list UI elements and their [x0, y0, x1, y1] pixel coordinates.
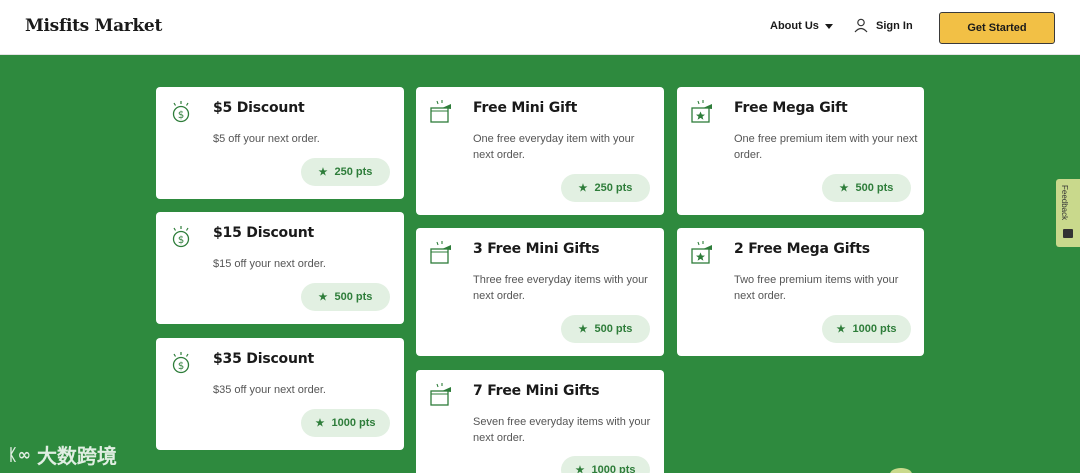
about-us-menu[interactable]: About Us — [770, 20, 833, 32]
reward-description: Three free everyday items with your next… — [473, 274, 648, 302]
sign-in-link[interactable]: Sign In — [854, 18, 913, 33]
reward-card[interactable]: $ $35 Discount $35 off your next order. … — [156, 338, 404, 450]
logo[interactable]: Misfits Market — [25, 16, 162, 36]
points-label: 1000 pts — [591, 464, 636, 473]
feedback-label: Feedback — [1060, 185, 1069, 221]
reward-title: $15 Discount — [213, 225, 314, 241]
reward-title: 7 Free Mini Gifts — [473, 383, 600, 399]
reward-description: Two free premium items with your next or… — [734, 274, 899, 302]
premium-gift-icon — [691, 100, 712, 123]
dollar-coin-icon: $ — [172, 352, 190, 374]
gift-box-icon — [430, 241, 451, 264]
points-badge[interactable]: ★ 1000 pts — [301, 409, 390, 437]
reward-card[interactable]: Free Mini Gift One free everyday item wi… — [416, 87, 664, 215]
star-icon: ★ — [836, 323, 846, 335]
reward-description: Seven free everyday items with your next… — [473, 416, 651, 444]
about-us-label: About Us — [770, 20, 819, 32]
reward-title: Free Mega Gift — [734, 100, 848, 116]
chat-icon — [1063, 229, 1073, 238]
points-badge[interactable]: ★ 500 pts — [561, 315, 650, 343]
gift-box-icon — [430, 100, 451, 123]
gift-box-icon — [430, 383, 451, 406]
points-label: 500 pts — [594, 323, 633, 335]
feedback-tab[interactable]: Feedback — [1056, 179, 1080, 247]
watermark-logo-icon: ᛕ∞ — [8, 445, 31, 464]
svg-text:$: $ — [178, 361, 184, 372]
star-icon: ★ — [578, 182, 588, 194]
watermark: ᛕ∞ 大数跨境 — [8, 440, 117, 469]
reward-description: $15 off your next order. — [213, 258, 326, 270]
reward-card[interactable]: $ $15 Discount $15 off your next order. … — [156, 212, 404, 324]
reward-description: One free premium item with your next ord… — [734, 133, 918, 161]
points-badge[interactable]: ★ 500 pts — [822, 174, 911, 202]
reward-description: $5 off your next order. — [213, 133, 320, 145]
reward-title: $5 Discount — [213, 100, 305, 116]
sign-in-label: Sign In — [876, 19, 913, 32]
reward-card[interactable]: 2 Free Mega Gifts Two free premium items… — [677, 228, 924, 356]
get-started-button[interactable]: Get Started — [939, 12, 1055, 44]
points-badge[interactable]: ★ 500 pts — [301, 283, 390, 311]
reward-title: 2 Free Mega Gifts — [734, 241, 870, 257]
star-icon: ★ — [575, 464, 585, 473]
points-label: 500 pts — [334, 291, 373, 303]
points-badge[interactable]: ★ 1000 pts — [561, 456, 650, 473]
points-badge[interactable]: ★ 1000 pts — [822, 315, 911, 343]
reward-title: 3 Free Mini Gifts — [473, 241, 600, 257]
premium-gift-icon — [691, 241, 712, 264]
reward-card[interactable]: 3 Free Mini Gifts Three free everyday it… — [416, 228, 664, 356]
dollar-coin-icon: $ — [172, 226, 190, 248]
reward-title: $35 Discount — [213, 351, 314, 367]
chevron-down-icon — [824, 23, 833, 29]
site-header: Misfits Market About Us Sign In Get Star… — [0, 0, 1080, 55]
points-badge[interactable]: ★ 250 pts — [561, 174, 650, 202]
reward-card[interactable]: $ $5 Discount $5 off your next order. ★ … — [156, 87, 404, 199]
star-icon: ★ — [315, 417, 325, 429]
reward-title: Free Mini Gift — [473, 100, 578, 116]
star-icon: ★ — [839, 182, 849, 194]
decorative-blob — [890, 468, 912, 473]
points-label: 1000 pts — [852, 323, 897, 335]
points-label: 250 pts — [594, 182, 633, 194]
dollar-coin-icon: $ — [172, 101, 190, 123]
svg-text:$: $ — [178, 110, 184, 121]
star-icon: ★ — [318, 166, 328, 178]
svg-text:$: $ — [178, 235, 184, 246]
reward-card[interactable]: Free Mega Gift One free premium item wit… — [677, 87, 924, 215]
reward-card[interactable]: 7 Free Mini Gifts Seven free everyday it… — [416, 370, 664, 473]
reward-description: $35 off your next order. — [213, 384, 326, 396]
user-icon — [854, 18, 868, 33]
reward-description: One free everyday item with your next or… — [473, 133, 635, 161]
star-icon: ★ — [578, 323, 588, 335]
star-icon: ★ — [318, 291, 328, 303]
points-badge[interactable]: ★ 250 pts — [301, 158, 390, 186]
watermark-text: 大数跨境 — [36, 446, 117, 468]
points-label: 250 pts — [334, 166, 373, 178]
points-label: 1000 pts — [331, 417, 376, 429]
points-label: 500 pts — [855, 182, 894, 194]
